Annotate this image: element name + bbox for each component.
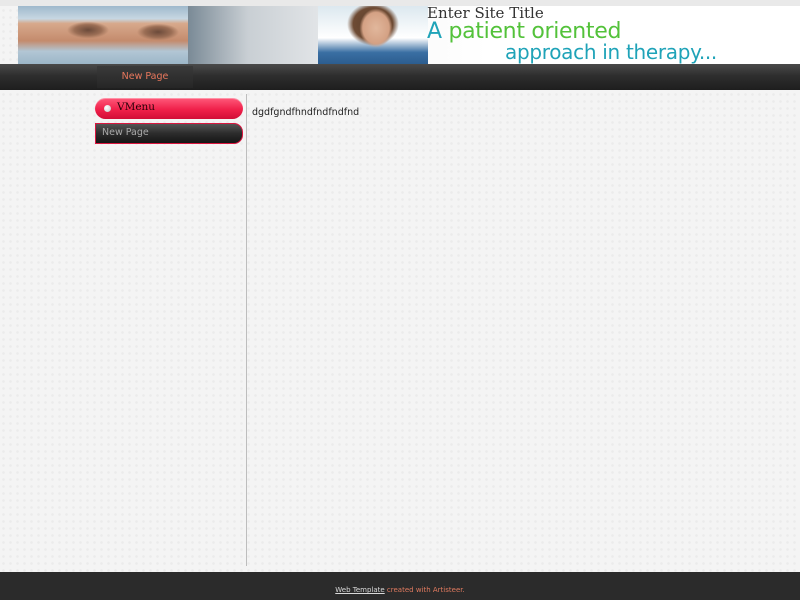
banner-photo-doctor xyxy=(188,6,338,64)
vmenu-header: VMenu xyxy=(95,98,243,119)
sidebar: VMenu New Page xyxy=(94,97,246,567)
footer-text: Web Template created with Artisteer. xyxy=(0,586,800,594)
nav-item-new-page[interactable]: New Page xyxy=(97,66,193,88)
banner-photo-nurse xyxy=(18,6,188,64)
vmenu-title: VMenu xyxy=(117,101,156,113)
content-divider xyxy=(246,94,247,566)
footer-web-template-link[interactable]: Web Template xyxy=(335,586,384,594)
vmenu-item-label: New Page xyxy=(102,127,149,138)
site-slogan-line2: approach in therapy... xyxy=(505,40,717,64)
footer: Web Template created with Artisteer. xyxy=(0,572,800,600)
top-nav-bar: New Page xyxy=(0,64,800,90)
footer-suffix: created with Artisteer. xyxy=(384,586,465,594)
banner-photo-smiling-doctor xyxy=(318,6,428,64)
vmenu-item-new-page[interactable]: New Page xyxy=(95,123,243,144)
content-text: dgdfgndfhndfndfndfnd xyxy=(252,107,360,118)
bullet-icon xyxy=(104,105,111,112)
slogan-a: A xyxy=(427,19,442,44)
